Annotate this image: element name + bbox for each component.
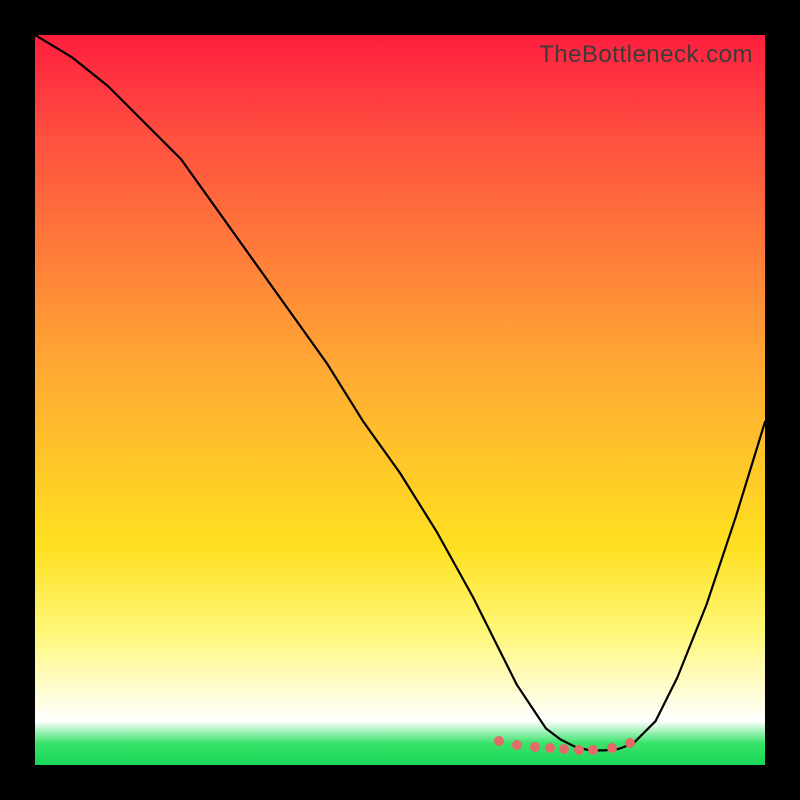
highlight-dot xyxy=(588,745,598,755)
highlight-dot xyxy=(545,743,555,753)
plot-frame: TheBottleneck.com xyxy=(35,35,765,765)
marker-layer xyxy=(35,35,765,765)
highlight-dot xyxy=(494,736,504,746)
highlight-dot xyxy=(559,744,569,754)
highlight-dot xyxy=(512,740,522,750)
highlight-dot xyxy=(574,745,584,755)
highlight-dot xyxy=(530,742,540,752)
highlight-dot xyxy=(607,743,617,753)
highlight-dot xyxy=(625,738,635,748)
